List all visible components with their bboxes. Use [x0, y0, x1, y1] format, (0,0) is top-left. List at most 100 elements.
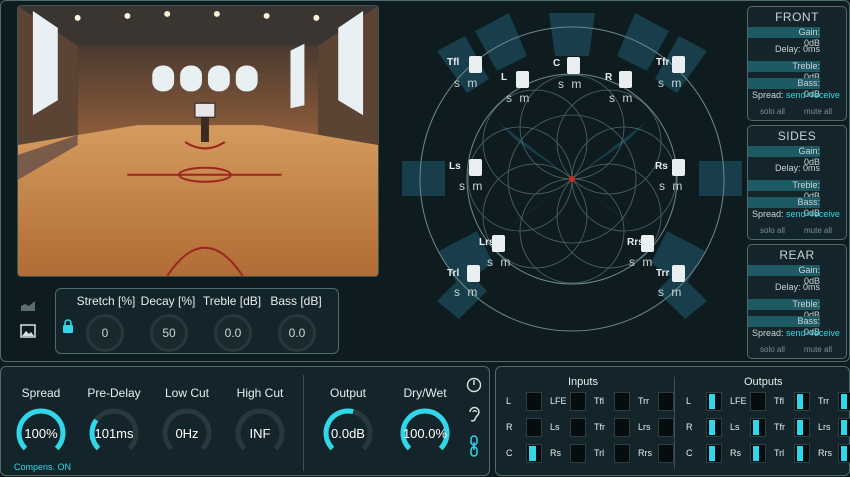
channel-meter — [526, 392, 542, 411]
channel-label: Ls — [550, 422, 560, 432]
group-delay[interactable]: Delay: 0ms — [775, 282, 820, 293]
meter-fill — [841, 420, 847, 435]
group-bass[interactable]: Bass: 0dB — [748, 316, 820, 337]
group-front: FRONT Gain: 0dB Delay: 0ms Treble: 0dB B… — [747, 6, 847, 121]
treble-knob[interactable]: 0.0 — [214, 314, 252, 352]
inputs-title: Inputs — [568, 376, 598, 388]
channel-label: Lrs — [638, 422, 651, 432]
group-gain[interactable]: Gain: 0dB — [748, 27, 820, 48]
drywet-value: 100.0% — [402, 426, 448, 441]
meter-fill — [841, 446, 847, 461]
mute-all-button[interactable]: mute all — [804, 345, 832, 354]
channel-label: Tfl — [594, 396, 604, 406]
solo-all-button[interactable]: solo all — [760, 107, 785, 116]
treble-label: Treble [dB] — [202, 294, 262, 308]
mute-all-button[interactable]: mute all — [804, 226, 832, 235]
reverb-params-panel: Stretch [%] Decay [%] Treble [dB] Bass [… — [55, 288, 339, 354]
channel-meter — [794, 392, 810, 411]
channel-meter — [570, 444, 586, 463]
group-bass[interactable]: Bass: 0dB — [748, 197, 820, 218]
speaker-icon — [567, 57, 580, 74]
channel-meter — [794, 444, 810, 463]
drywet-label: Dry/Wet — [403, 386, 447, 400]
room-image[interactable] — [17, 5, 379, 277]
speaker-icon — [619, 71, 632, 88]
channel-label: Trl — [774, 448, 785, 458]
decay-knob[interactable]: 50 — [150, 314, 188, 352]
channel-meter — [706, 418, 722, 437]
predelay-value: 101ms — [94, 426, 134, 441]
stretch-knob[interactable]: 0 — [86, 314, 124, 352]
group-delay[interactable]: Delay: 0ms — [775, 163, 820, 174]
channel-label: LFE — [550, 396, 567, 406]
channel-meter — [526, 444, 542, 463]
channel-label: Rs — [550, 448, 561, 458]
channel-label: Trl — [594, 448, 605, 458]
channel-label: Trr — [638, 396, 650, 406]
group-gain[interactable]: Gain: 0dB — [748, 265, 820, 286]
meter-fill — [753, 420, 759, 435]
speaker-field[interactable]: Tfl s m L s m C s m R s m Tfr s m Ls s m — [397, 1, 747, 361]
lock-icon[interactable] — [62, 319, 74, 333]
spread-label: Spread — [21, 386, 61, 400]
bass-knob[interactable]: 0.0 — [278, 314, 316, 352]
compens-status[interactable]: Compens. ON — [14, 462, 71, 472]
meter-fill — [797, 394, 803, 409]
channel-label: Rrs — [818, 448, 832, 458]
channel-label: R — [686, 422, 693, 432]
image-view-icon[interactable] — [20, 324, 36, 338]
channel-meter — [838, 418, 850, 437]
channel-meter — [838, 392, 850, 411]
group-spread[interactable]: Spread: send+receive — [752, 90, 840, 100]
solo-all-button[interactable]: solo all — [760, 226, 785, 235]
link-icon[interactable] — [468, 435, 480, 457]
channel-label: C — [686, 448, 693, 458]
highcut-value: INF — [249, 426, 271, 441]
channel-label: L — [686, 396, 692, 406]
outputs-title: Outputs — [744, 376, 783, 388]
channel-label: Rs — [730, 448, 741, 458]
channel-label: Tfr — [594, 422, 605, 432]
predelay-label: Pre-Delay — [87, 386, 141, 400]
channel-label: Ls — [730, 422, 740, 432]
group-treble[interactable]: Treble: 0dB — [748, 180, 820, 201]
channel-meter — [750, 392, 766, 411]
meter-fill — [709, 420, 715, 435]
main-panel: Stretch [%] Decay [%] Treble [dB] Bass [… — [0, 0, 850, 362]
channel-label: Trr — [818, 396, 830, 406]
speaker-icon — [467, 265, 480, 282]
output-label: Output — [329, 386, 367, 400]
ear-icon[interactable] — [466, 405, 482, 423]
output-value: 0.0dB — [331, 426, 365, 441]
channel-label: Lrs — [818, 422, 831, 432]
meter-fill — [529, 446, 536, 461]
channel-label: Rrs — [638, 448, 652, 458]
chart-view-icon[interactable] — [20, 298, 36, 312]
channel-meter — [526, 418, 542, 437]
decay-label: Decay [%] — [140, 294, 196, 308]
group-spread[interactable]: Spread: send+receive — [752, 328, 840, 338]
group-delay[interactable]: Delay: 0ms — [775, 44, 820, 55]
group-sides: SIDES Gain: 0dB Delay: 0ms Treble: 0dB B… — [747, 125, 847, 240]
speaker-icon — [469, 159, 482, 176]
channel-label: LFE — [730, 396, 747, 406]
speaker-icon — [516, 71, 529, 88]
group-spread[interactable]: Spread: send+receive — [752, 209, 840, 219]
group-rear: REAR Gain: 0dB Delay: 0ms Treble: 0dB Ba… — [747, 244, 847, 359]
group-bass[interactable]: Bass: 0dB — [748, 78, 820, 99]
channel-meter — [794, 418, 810, 437]
meter-fill — [753, 446, 759, 461]
highcut-label: High Cut — [236, 386, 284, 400]
main-controls-panel: Spread Pre-Delay Low Cut High Cut Output… — [0, 366, 490, 476]
channel-meter — [750, 444, 766, 463]
group-gain[interactable]: Gain: 0dB — [748, 146, 820, 167]
group-treble[interactable]: Treble: 0dB — [748, 61, 820, 82]
power-icon[interactable] — [466, 377, 482, 393]
channel-label: R — [506, 422, 513, 432]
channel-meter — [706, 392, 722, 411]
divider — [674, 377, 675, 469]
group-treble[interactable]: Treble: 0dB — [748, 299, 820, 320]
meter-fill — [709, 394, 715, 409]
mute-all-button[interactable]: mute all — [804, 107, 832, 116]
solo-all-button[interactable]: solo all — [760, 345, 785, 354]
